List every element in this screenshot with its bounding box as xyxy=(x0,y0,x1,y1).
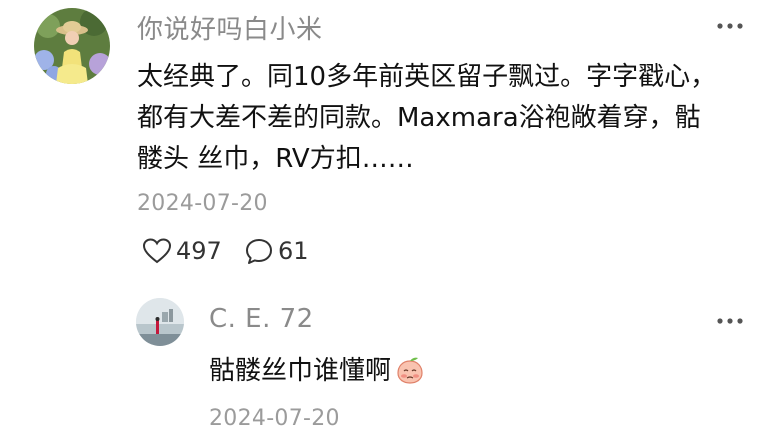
speech-bubble-icon xyxy=(246,239,272,264)
username[interactable]: 你说好吗白小米 xyxy=(137,9,323,46)
reply-date: 2024-07-20 xyxy=(209,406,340,431)
comment-date: 2024-07-20 xyxy=(137,191,268,216)
more-options-icon[interactable] xyxy=(715,16,745,36)
peach-face-emoji xyxy=(395,355,425,398)
reply-count: 61 xyxy=(278,237,309,265)
like-button[interactable]: 497 xyxy=(142,237,222,265)
reply-button[interactable]: 61 xyxy=(244,237,309,265)
reply-avatar[interactable] xyxy=(136,298,184,346)
reply-more-options-icon[interactable] xyxy=(715,311,745,331)
avatar[interactable] xyxy=(34,8,110,84)
comment-text: 太经典了。同10多年前英区留子飘过。字字戳心，都有大差不差的同款。Maxmara… xyxy=(137,62,717,174)
reply-text-line: 骷髅丝巾谁懂啊 xyxy=(209,351,425,398)
like-count: 497 xyxy=(176,237,222,265)
reply-text: 骷髅丝巾谁懂啊 xyxy=(209,356,392,386)
reply-username[interactable]: C. E. 72 xyxy=(209,304,314,334)
heart-outline-icon xyxy=(142,238,172,264)
